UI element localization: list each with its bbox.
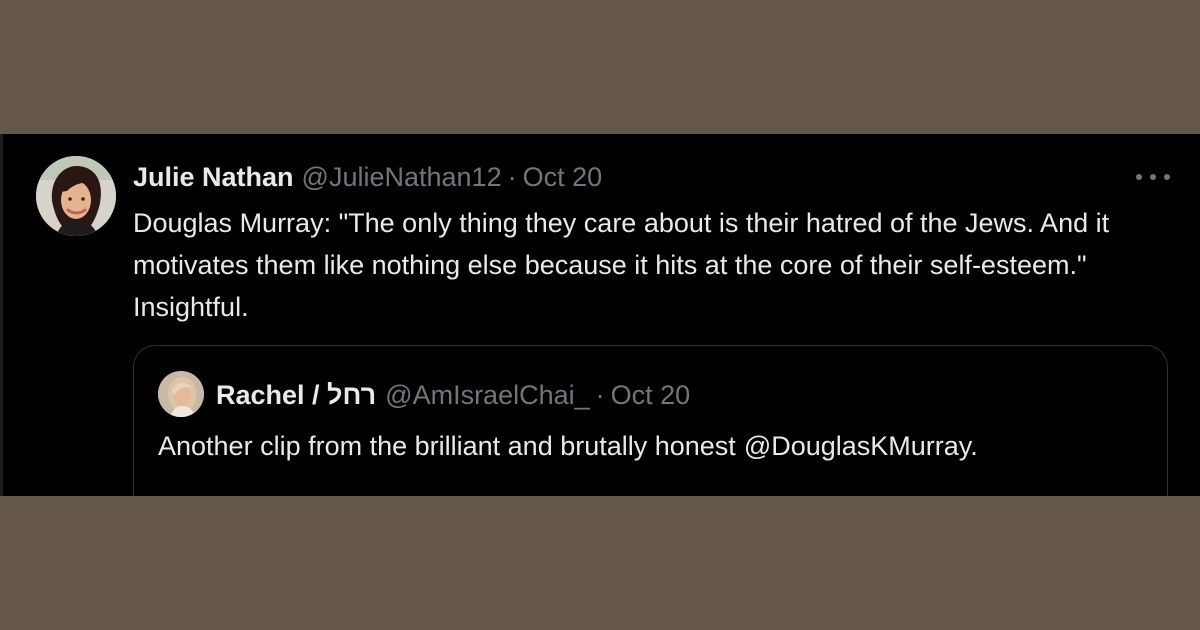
header-separator: · (507, 162, 517, 192)
more-dot (1150, 174, 1156, 180)
author-name[interactable]: Julie Nathan (133, 162, 294, 192)
more-dots-icon[interactable] (1136, 162, 1170, 192)
tweet-panel: Julie Nathan @JulieNathan12 · Oct 20 Dougla… (0, 134, 1200, 496)
author-handle[interactable]: @JulieNathan12 (302, 162, 502, 192)
quoted-tweet-header: Rachel / רחל @AmIsraelChai_ · Oct 20 (216, 378, 690, 412)
quoted-author-name[interactable]: Rachel / רחל (216, 380, 376, 410)
tweet-date[interactable]: Oct 20 (523, 162, 603, 192)
quoted-author-avatar[interactable] (158, 371, 204, 417)
quoted-author-handle[interactable]: @AmIsraelChai_ (385, 380, 589, 410)
panel-edge (0, 134, 3, 496)
quoted-header-separator: · (595, 380, 605, 410)
author-avatar[interactable] (36, 156, 116, 236)
tweet-text: Douglas Murray: "The only thing they car… (133, 208, 1110, 322)
quoted-tweet-card[interactable]: Rachel / רחל @AmIsraelChai_ · Oct 20 Anothe… (133, 345, 1168, 496)
more-dot (1136, 174, 1142, 180)
mention-link[interactable]: @DouglasKMurray. (744, 431, 978, 461)
quoted-tweet-body: Another clip from the brilliant and brut… (158, 431, 736, 461)
avatar-portrait-icon (36, 156, 116, 236)
more-dot (1164, 174, 1170, 180)
quoted-avatar-portrait-icon (158, 371, 204, 417)
quoted-tweet-date[interactable]: Oct 20 (611, 380, 691, 410)
quoted-tweet-text: Another clip from the brilliant and brut… (158, 428, 1148, 464)
tweet-header: Julie Nathan @JulieNathan12 · Oct 20 (133, 159, 602, 195)
